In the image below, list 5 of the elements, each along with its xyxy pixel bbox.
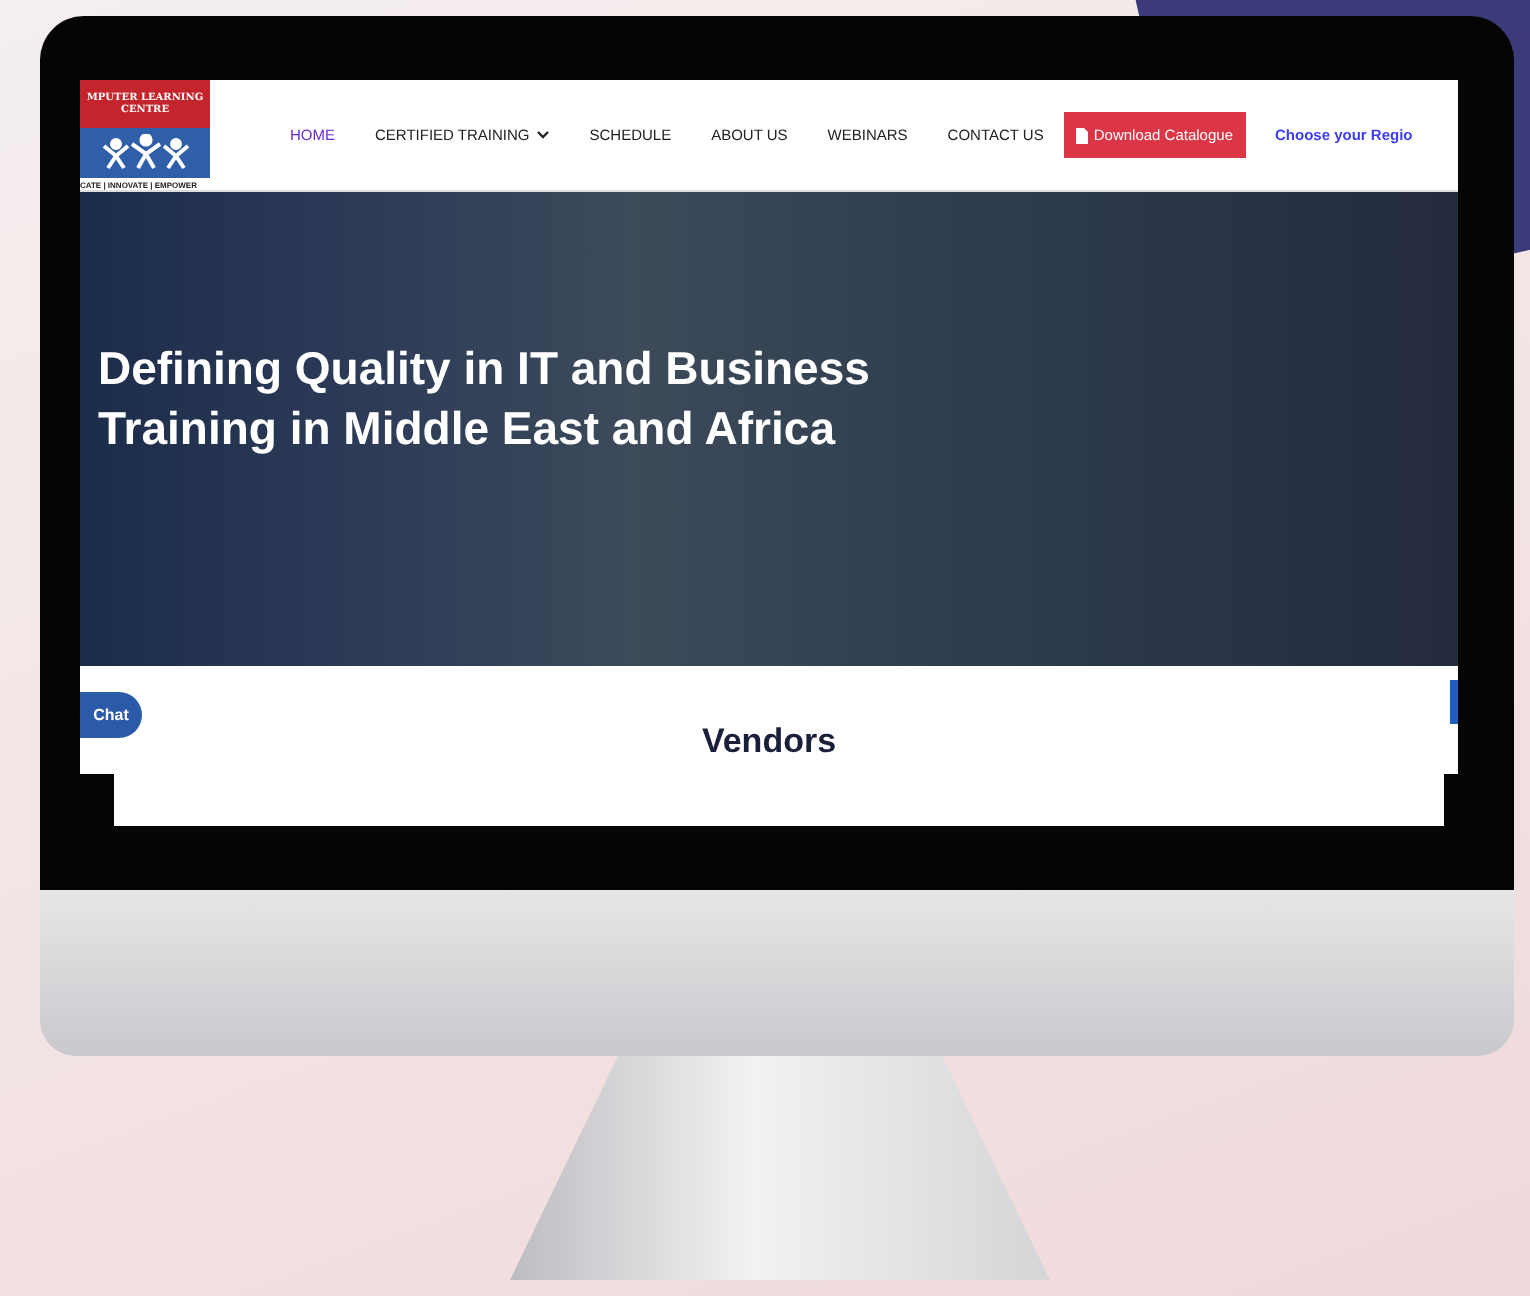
document-icon [1075, 127, 1088, 143]
section-title: Vendors [701, 722, 837, 764]
side-tab[interactable] [1450, 680, 1458, 724]
chat-button[interactable]: Chat [80, 692, 142, 738]
hero-heading: Defining Quality in IT and Business Training in Middle East and Africa [98, 339, 872, 457]
